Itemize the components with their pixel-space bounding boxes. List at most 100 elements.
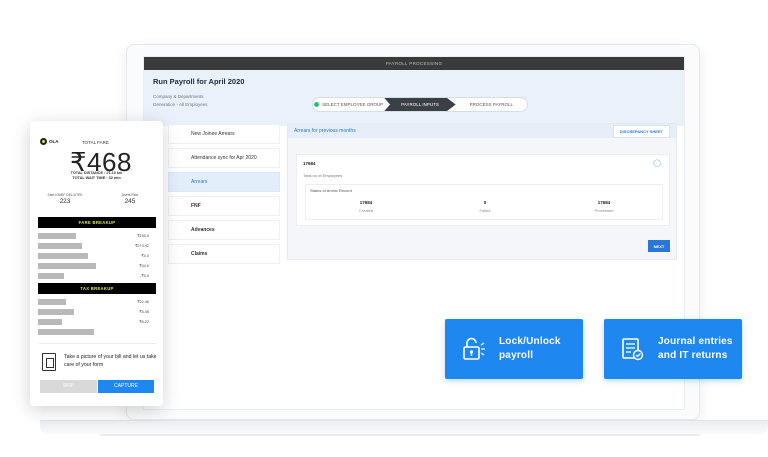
sidebar-item-label: FNF: [191, 203, 201, 209]
sidebar-item-new-joinee-arrears[interactable]: New Joinee Arrears: [168, 124, 280, 144]
tax-value: ₹22.46: [137, 300, 149, 304]
divider: [38, 343, 156, 344]
payroll-header: Run Payroll for April 2020 Company & Dep…: [144, 70, 684, 126]
sidebar-item-label: Attendance sync for Apr 2020: [191, 155, 257, 161]
fare-value: ₹44.0: [139, 264, 149, 268]
tax-row: ₹5.45: [38, 309, 153, 315]
arrears-card: 17684 Total no of Employees ◯ Status of …: [296, 154, 670, 226]
stat-label: Created: [358, 208, 374, 213]
stat-label: Processed: [594, 208, 614, 213]
stat-value: 17684: [359, 200, 373, 205]
step-label: PAYROLL INPUTS: [401, 102, 439, 107]
info-icon[interactable]: ◯: [653, 159, 661, 167]
tax-row: ₹22.46: [38, 299, 153, 305]
fare-row: ₹44.0: [38, 263, 153, 269]
sidebar-item-claims[interactable]: Claims: [168, 244, 280, 264]
redacted-label: [38, 309, 74, 315]
status-title: Status of Arrear Record: [310, 188, 352, 193]
feature-journal-entries: Journal entries and IT returns: [604, 319, 742, 379]
payroll-stepper: SELECT EMPLOYEE GROUP PAYROLL INPUTS PRO…: [312, 97, 528, 112]
step-select-employee-group[interactable]: SELECT EMPLOYEE GROUP: [313, 98, 384, 111]
ola-logo-icon: [40, 138, 47, 145]
ola-logo: OLA: [40, 138, 59, 145]
feature-text: Lock/Unlock payroll: [499, 335, 561, 363]
sidebar-item-advances[interactable]: Advances: [168, 220, 280, 240]
stat-label: Failed: [479, 208, 491, 213]
sidebar-item-attendance-sync[interactable]: Attendance sync for Apr 2020: [168, 148, 280, 168]
tax-breakup-header: TAX BREAKUP: [38, 283, 156, 294]
redacted-label: [38, 253, 88, 259]
trip-stat-value: 245: [124, 198, 136, 205]
stat-failed: 0 Failed: [425, 200, 545, 213]
redacted-label: [38, 299, 66, 305]
tax-row: ₹6.22: [38, 319, 153, 325]
sidebar-item-label: Arrears: [191, 179, 208, 185]
sidebar-item-fnf[interactable]: FNF: [168, 196, 280, 216]
ola-receipt-phone: OLA TOTAL FARE ₹468 TOTAL DISTANCE : 21.…: [30, 121, 163, 406]
app-topbar: PAYROLL PROCESSING: [144, 57, 684, 70]
feature-line: Lock/Unlock: [499, 336, 561, 347]
employee-count: 17684: [303, 161, 316, 166]
arrear-status-box: Status of Arrear Record 17684 Created 0 …: [305, 184, 663, 220]
inputs-sidenav: New Joinee Arrears Attendance sync for A…: [168, 124, 280, 268]
document-icon: [622, 338, 644, 361]
laptop-base: [40, 420, 768, 434]
employee-count-label: Total no of Employees: [303, 173, 343, 178]
panel-header: Arrears for previous months DISCREPANCY …: [288, 124, 676, 138]
fare-value: -₹0.0: [140, 274, 149, 278]
redacted-label: [38, 319, 62, 325]
fare-value: ₹273.42: [134, 244, 149, 248]
stat-value: 0: [483, 200, 487, 205]
stat-processed: 17684 Processed: [544, 200, 664, 213]
capture-button[interactable]: CAPTURE: [98, 380, 154, 393]
fare-breakup-header: FARE BREAKUP: [38, 217, 156, 228]
tax-value: ₹5.45: [139, 310, 149, 314]
check-icon: [314, 102, 320, 107]
stat-value: 17684: [597, 200, 611, 205]
redacted-label: [38, 273, 64, 279]
fare-value: ₹150.0: [137, 234, 149, 238]
fare-row: ₹273.42: [38, 243, 153, 249]
trip-summary: TOTAL DISTANCE : 21.10 km TOTAL WAIT TIM…: [30, 171, 163, 181]
step-payroll-inputs[interactable]: PAYROLL INPUTS: [384, 98, 456, 111]
trip-stat: Start KM/BF DEL/UTEE 223: [40, 193, 90, 205]
stat-created: 17684 Created: [306, 200, 426, 213]
redacted-label: [38, 233, 76, 239]
sidebar-item-label: New Joinee Arrears: [191, 131, 235, 137]
next-button[interactable]: NEXT: [648, 240, 670, 252]
sidebar-item-label: Claims: [191, 251, 208, 257]
camera-bill-icon: [42, 353, 56, 371]
sidebar-item-arrears[interactable]: Arrears: [168, 172, 280, 192]
trip-stat: Users Ride 245: [105, 193, 155, 205]
trip-stats: Start KM/BF DEL/UTEE 223 Users Ride 245: [40, 193, 155, 205]
tax-row: [38, 329, 153, 335]
bill-capture-text: Take a picture of your bill and let us t…: [64, 354, 157, 368]
page-title: Run Payroll for April 2020: [153, 77, 245, 86]
stage: PAYROLL PROCESSING Run Payroll for April…: [0, 0, 768, 457]
feature-lock-unlock-payroll: Lock/Unlock payroll: [445, 319, 583, 379]
skip-button[interactable]: SKIP: [40, 380, 97, 393]
step-label: PROCESS PAYROLL: [469, 102, 513, 107]
arrears-panel: Arrears for previous months DISCREPANCY …: [287, 123, 677, 260]
feature-line: and IT returns: [658, 350, 728, 361]
feature-line: payroll: [499, 350, 534, 361]
fare-row: -₹0.0: [38, 273, 153, 279]
total-wait-time: TOTAL WAIT TIME : 32 min: [72, 176, 121, 180]
panel-title: Arrears for previous months: [294, 128, 356, 134]
trip-stat-label: Users Ride: [121, 193, 139, 197]
fare-row: ₹0.0: [38, 253, 153, 259]
sidebar-item-label: Advances: [191, 227, 215, 233]
step-process-payroll[interactable]: PROCESS PAYROLL: [456, 98, 527, 111]
feature-text: Journal entries and IT returns: [658, 335, 733, 363]
total-fare-label: TOTAL FARE: [82, 140, 109, 145]
tax-value: ₹6.22: [139, 320, 149, 324]
step-label: SELECT EMPLOYEE GROUP: [322, 102, 384, 107]
fare-row: ₹150.0: [38, 233, 153, 239]
lock-icon: [463, 337, 485, 360]
redacted-label: [38, 263, 96, 269]
trip-stat-value: 223: [59, 198, 71, 205]
laptop-base-shadow: [100, 434, 700, 436]
fare-value: ₹0.0: [141, 254, 149, 258]
discrepancy-sheet-button[interactable]: DISCREPANCY SHEET: [612, 124, 670, 138]
redacted-label: [38, 243, 82, 249]
